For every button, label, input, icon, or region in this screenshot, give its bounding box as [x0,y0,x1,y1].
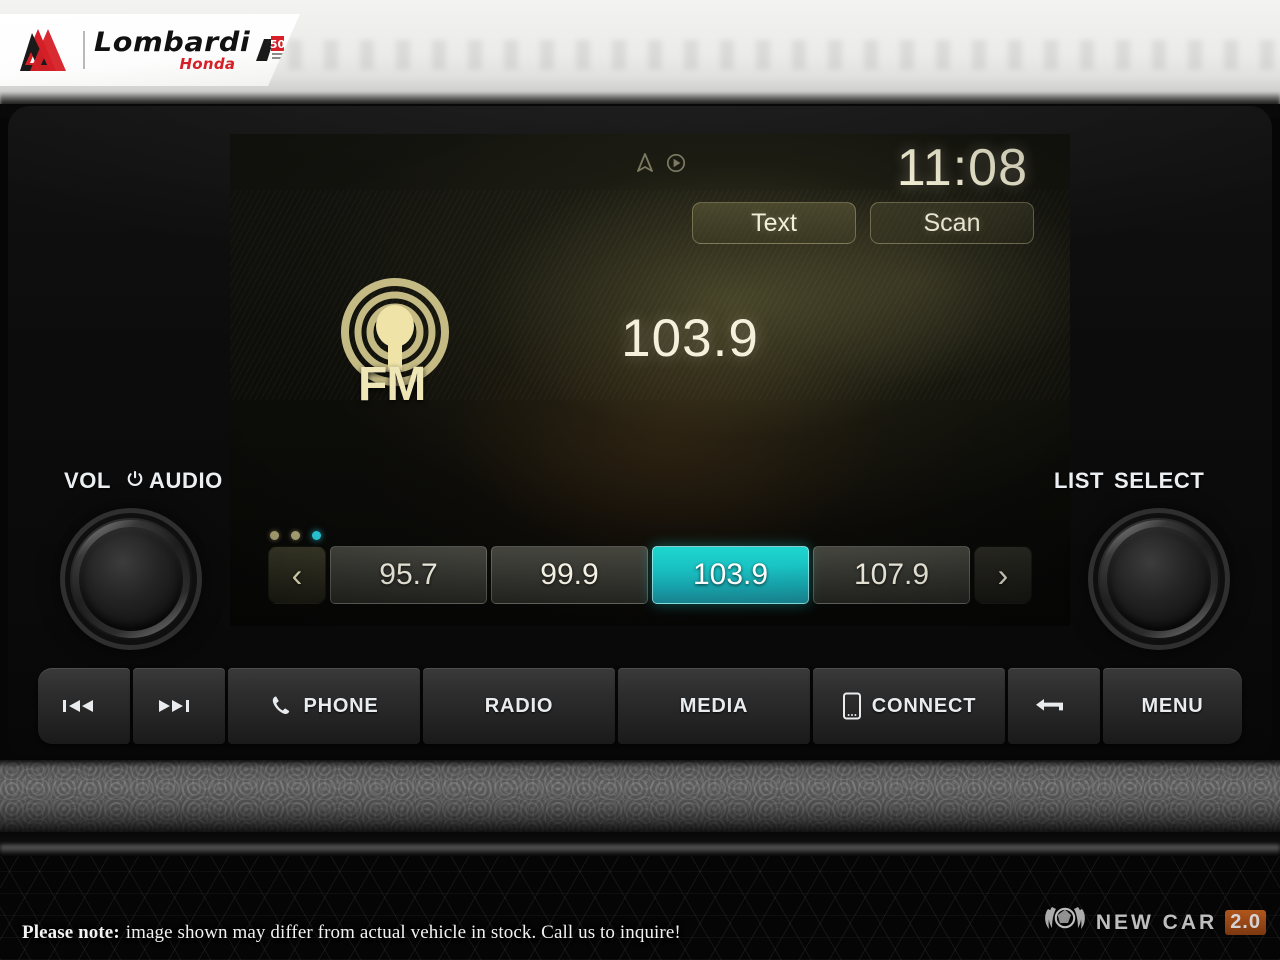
vent-highlight [0,845,1280,855]
disclaimer-text: image shown may differ from actual vehic… [125,922,681,943]
radio-label: RADIO [484,694,554,717]
next-track-button[interactable] [133,668,225,744]
menu-button[interactable]: MENU [1103,668,1242,744]
watermark-text: NEW CAR [1095,910,1218,934]
preset-button-1[interactable]: 95.7 [330,546,487,604]
preset-prev-button[interactable]: ‹ [268,546,326,604]
page-dot[interactable] [270,531,279,540]
watermark-version: 2.0 [1225,910,1266,935]
list-label: LIST [1054,468,1105,493]
preset-next-button[interactable]: › [974,546,1032,604]
volume-knob-face [79,527,183,631]
fm-band-label: FM [358,358,426,411]
screen-soft-buttons: Text Scan [692,202,1034,244]
preset-button-2[interactable]: 99.9 [491,546,648,604]
phone-label: PHONE [303,694,379,717]
logo-divider [83,31,85,69]
select-knob[interactable] [1098,518,1220,640]
current-frequency: 103.9 [621,309,759,368]
radio-button[interactable]: RADIO [423,668,615,744]
watermark: NEW CAR 2.0 [1042,903,1266,942]
page-dot-active[interactable] [312,531,321,540]
select-knob-face [1107,527,1211,631]
previous-track-button[interactable] [38,668,130,744]
menu-label: MENU [1141,694,1204,717]
connect-button[interactable]: CONNECT [813,668,1005,744]
dealer-brand: Honda [179,54,236,73]
vol-label-group: VOL [64,468,111,494]
media-label: MEDIA [679,694,749,717]
laurel-aperture-icon [1042,903,1088,942]
connect-label: CONNECT [871,694,977,717]
clock: 11:08 [896,139,1028,197]
dealer-name: Lombardi [94,26,251,58]
status-icon-group [634,152,687,179]
phone-icon [269,694,293,718]
back-arrow-icon [1033,695,1065,717]
screen-status-bar: 11:08 [230,139,1070,197]
screenshot-root: Lombardi Honda 50 11:08 Text Scan FM 103… [0,0,1280,960]
audio-label-group: AUDIO [126,468,223,494]
vol-label: VOL [64,468,112,493]
svg-text:50: 50 [270,38,286,51]
play-circle-icon [665,152,687,179]
head-unit: 11:08 Text Scan FM 103.9 ‹ 95.7 99.9 103… [8,106,1272,754]
lombardi-a-mark-icon [18,27,74,73]
volume-knob[interactable] [70,518,192,640]
back-button[interactable] [1008,668,1100,744]
phone-button[interactable]: PHONE [228,668,420,744]
previous-track-icon [62,697,96,715]
select-label: SELECT [1114,468,1205,493]
preset-page-dots [270,531,321,540]
preset-button-4[interactable]: 107.9 [813,546,970,604]
text-button[interactable]: Text [692,202,856,244]
power-icon [126,468,144,494]
infotainment-screen[interactable]: 11:08 Text Scan FM 103.9 ‹ 95.7 99.9 103… [230,134,1070,626]
media-button[interactable]: MEDIA [618,668,810,744]
page-dot[interactable] [291,531,300,540]
disclaimer-label: Please note: [22,922,120,943]
smartphone-icon [842,692,862,720]
list-label-group: LIST [1054,468,1104,494]
preset-strip: ‹ 95.7 99.9 103.9 107.9 › [268,546,1032,604]
dashboard-trim [0,760,1280,832]
preset-button-3-selected[interactable]: 103.9 [652,546,809,604]
next-track-icon [157,697,191,715]
scan-button[interactable]: Scan [870,202,1034,244]
fm-band-icon: FM [330,274,460,411]
navigation-arrow-icon [634,152,656,179]
hard-button-bar: PHONE RADIO MEDIA CONNECT MENU [38,668,1242,744]
select-label-group: SELECT [1114,468,1204,494]
audio-label: AUDIO [149,468,223,493]
